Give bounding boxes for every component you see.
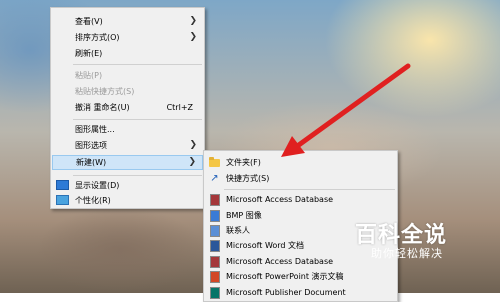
watermark-subtitle: 助你轻松解决 [371, 247, 443, 260]
watermark-logo: 百科全说 助你轻松解决 [355, 217, 470, 269]
